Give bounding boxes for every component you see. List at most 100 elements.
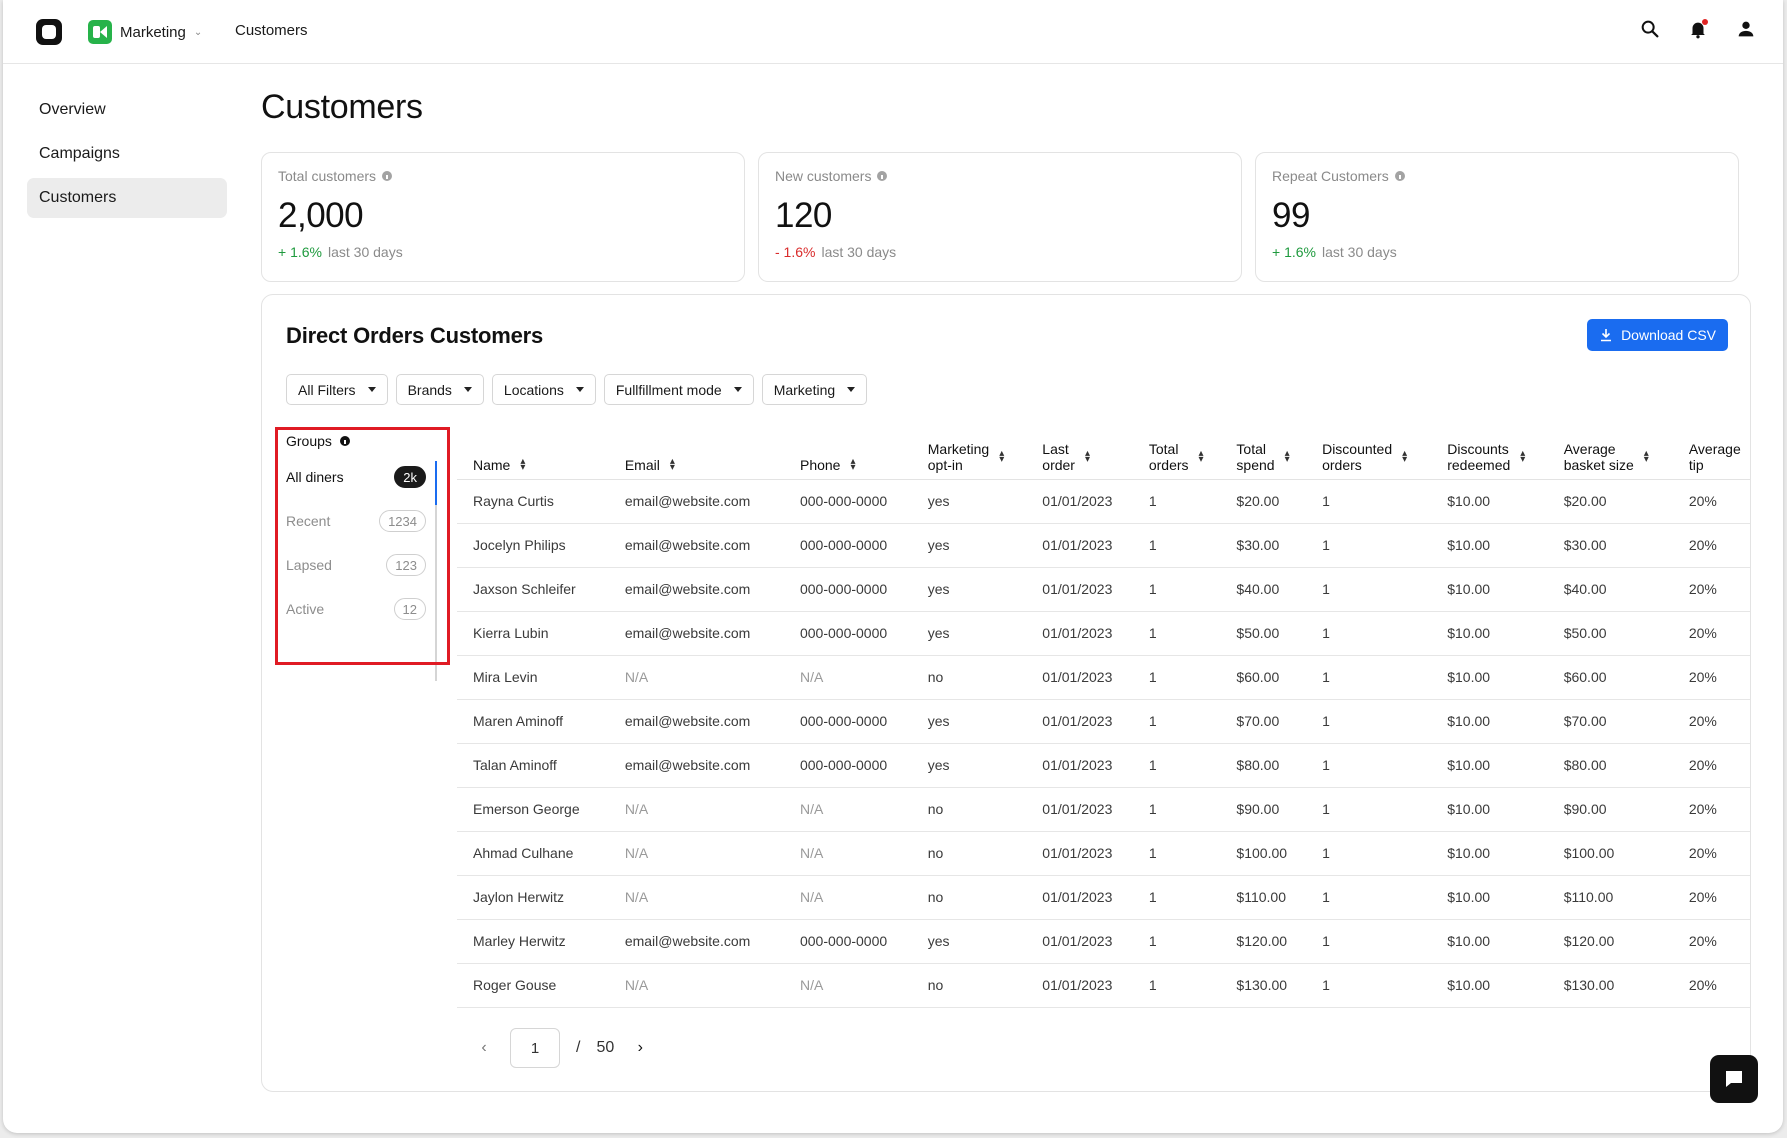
column-header-line: basket size [1563, 456, 1634, 473]
sort-icon[interactable]: ▴ ▾ [670, 456, 675, 472]
table-cell: 1 [1306, 567, 1432, 612]
table-cell: Marley Herwitz [457, 919, 609, 964]
search-icon[interactable] [1639, 18, 1661, 40]
info-icon[interactable] [339, 436, 350, 446]
chat-icon[interactable] [1710, 1055, 1758, 1103]
group-item-all-diners[interactable]: All diners 2k [274, 455, 444, 499]
table-cell: 1 [1306, 611, 1432, 656]
table-row[interactable]: Maren Aminoff email@website.com 000-000-00… [457, 699, 1750, 744]
info-icon[interactable] [877, 171, 888, 181]
table-cell: 1 [1132, 875, 1221, 920]
column-header[interactable]: Average tip [1672, 431, 1750, 480]
table-row[interactable]: Talan Aminoff email@website.com 000-000-00… [457, 743, 1750, 788]
group-item-lapsed[interactable]: Lapsed 123 [274, 543, 444, 587]
filter-brands[interactable]: Brands [395, 374, 484, 405]
table-cell: 20% [1672, 567, 1750, 612]
table-cell: no [911, 875, 1027, 920]
user-icon[interactable] [1735, 18, 1757, 40]
table-cell: 01/01/2023 [1026, 963, 1133, 1008]
column-header[interactable]: Discounts redeemed ▴ ▾ [1431, 431, 1548, 480]
column-header[interactable]: Total spend ▴ ▾ [1220, 431, 1307, 480]
column-header[interactable]: Total orders ▴ ▾ [1132, 431, 1221, 480]
table-row[interactable]: Mira Levin N/A N/A no 01/01/2023 1 $60.00 1 $10.… [457, 655, 1750, 700]
filter-locations[interactable]: Locations [491, 374, 596, 405]
breadcrumb[interactable]: Customers [235, 22, 308, 39]
column-header[interactable]: Discounted orders ▴ ▾ [1306, 431, 1432, 480]
sort-icon[interactable]: ▴ ▾ [1285, 448, 1290, 464]
table-row[interactable]: Roger Gouse N/A N/A no 01/01/2023 1 $130.00 1 $1… [457, 963, 1750, 1008]
page-number-input[interactable]: 1 [510, 1028, 560, 1068]
sidebar-item-overview[interactable]: Overview [27, 90, 227, 130]
sort-icon[interactable]: ▴ ▾ [520, 456, 525, 472]
table-row[interactable]: Emerson George N/A N/A no 01/01/2023 1 $90.00 1… [457, 787, 1750, 832]
sidebar-item-customers[interactable]: Customers [27, 178, 227, 218]
table-cell: Jocelyn Philips [457, 523, 609, 568]
caret-down-icon [575, 387, 584, 392]
filter-fulfillment-mode[interactable]: Fullfillment mode [603, 374, 754, 405]
table-cell: $50.00 [1547, 611, 1673, 656]
table-row[interactable]: Jocelyn Philips email@website.com 000-000-… [457, 523, 1750, 568]
filter-marketing[interactable]: Marketing [761, 374, 868, 405]
table-row[interactable]: Ahmad Culhane N/A N/A no 01/01/2023 1 $100.00 1… [457, 831, 1750, 876]
table-row[interactable]: Kierra Lubin email@website.com 000-000-000… [457, 611, 1750, 656]
table-cell: $10.00 [1431, 523, 1548, 568]
sort-icon[interactable]: ▴ ▾ [1644, 448, 1649, 464]
table-row[interactable]: Rayna Curtis email@website.com 000-000-000… [457, 479, 1750, 524]
column-header[interactable]: Average basket size ▴ ▾ [1547, 431, 1673, 480]
column-header[interactable]: Marketing opt-in ▴ ▾ [911, 431, 1027, 480]
column-header-label: Phone [800, 457, 840, 473]
table-cell: 1 [1132, 699, 1221, 744]
table-cell: 01/01/2023 [1026, 699, 1133, 744]
table-cell: Ahmad Culhane [457, 831, 609, 876]
sort-icon[interactable]: ▴ ▾ [999, 448, 1004, 464]
table-cell: $50.00 [1220, 611, 1307, 656]
column-header[interactable]: Last order ▴ ▾ [1026, 431, 1133, 480]
stat-card-repeat-customers: Repeat Customers 99 + 1.6% last 30 days [1255, 152, 1739, 282]
column-header-line: Phone [799, 456, 841, 473]
column-header[interactable]: Phone ▴ ▾ [783, 431, 912, 480]
table-cell: Mira Levin [457, 655, 609, 700]
section-title: Direct Orders Customers [286, 323, 544, 348]
table-cell: $100.00 [1547, 831, 1673, 876]
table-cell: Jaxson Schleifer [457, 567, 609, 612]
table-cell: $90.00 [1220, 787, 1307, 832]
column-header-line: Total [1148, 440, 1179, 457]
bell-icon[interactable] [1687, 18, 1709, 40]
table-row[interactable]: Jaxson Schleifer email@website.com 000-000… [457, 567, 1750, 612]
table-cell: email@website.com [608, 567, 784, 612]
column-header[interactable]: Name ▴ ▾ [457, 431, 609, 480]
home-logo[interactable] [36, 19, 62, 45]
info-icon[interactable] [1394, 171, 1405, 181]
prev-page-icon[interactable]: ‹ [474, 1039, 494, 1057]
customers-table: Name ▴ ▾ Email ▴ ▾ Phone ▴ ▾ Marketing opt-in ▴ ▾ Las… [457, 431, 1750, 1008]
table-cell: 20% [1672, 611, 1750, 656]
table-cell: 000-000-0000 [783, 611, 912, 656]
sort-icon[interactable]: ▴ ▾ [1520, 448, 1525, 464]
table-row[interactable]: Marley Herwitz email@website.com 000-000-0… [457, 919, 1750, 964]
table-cell: yes [911, 699, 1027, 744]
sort-icon[interactable]: ▴ ▾ [850, 456, 855, 472]
next-page-icon[interactable]: › [630, 1039, 650, 1057]
sort-icon[interactable]: ▴ ▾ [1199, 448, 1204, 464]
table-row[interactable]: Jaylon Herwitz N/A N/A no 01/01/2023 1 $110.00… [457, 875, 1750, 920]
table-cell: 01/01/2023 [1026, 567, 1133, 612]
table-cell: $60.00 [1547, 655, 1673, 700]
group-item-recent[interactable]: Recent 1234 [274, 499, 444, 543]
download-csv-button[interactable]: Download CSV [1587, 319, 1728, 351]
sort-icon[interactable]: ▴ ▾ [1085, 448, 1090, 464]
table-cell: no [911, 963, 1027, 1008]
sidebar-item-campaigns[interactable]: Campaigns [27, 134, 227, 174]
table-cell: $110.00 [1220, 875, 1307, 920]
app-switcher[interactable]: Marketing ⌄ [88, 20, 202, 44]
group-item-active[interactable]: Active 12 [274, 587, 444, 631]
table-cell: $10.00 [1431, 743, 1548, 788]
info-icon[interactable] [382, 171, 393, 181]
groups-scrollbar[interactable] [435, 461, 437, 681]
table-cell: yes [911, 611, 1027, 656]
filter-label: Brands [407, 381, 452, 398]
column-header[interactable]: Email ▴ ▾ [608, 431, 784, 480]
sort-icon[interactable]: ▴ ▾ [1402, 448, 1407, 464]
filter-all[interactable]: All Filters [286, 374, 388, 405]
table-cell: 1 [1306, 875, 1432, 920]
stat-period: last 30 days [327, 244, 403, 260]
